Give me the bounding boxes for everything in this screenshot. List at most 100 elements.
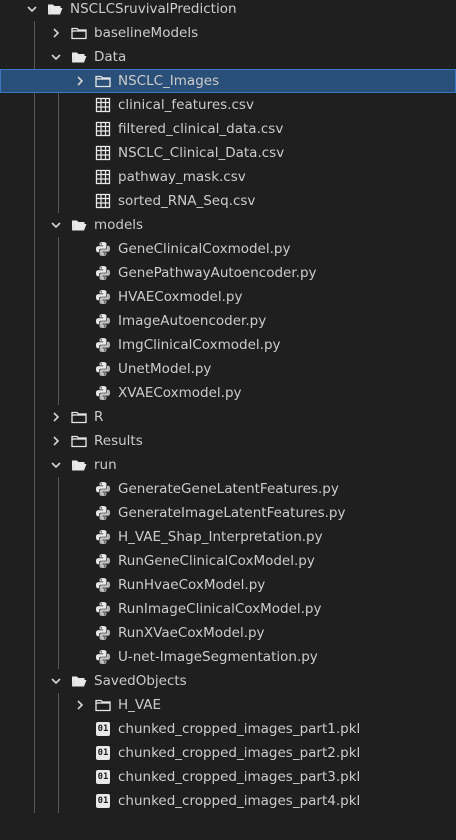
table-icon bbox=[94, 144, 112, 162]
tree-item-label: H_VAE_Shap_Interpretation.py bbox=[118, 529, 323, 545]
tree-file-row[interactable]: 01 chunked_cropped_images_part2.pkl bbox=[0, 741, 456, 765]
tree-folder-row[interactable]: NSCLCSruvivalPrediction bbox=[0, 0, 456, 21]
tree-file-row[interactable]: RunHvaeCoxModel.py bbox=[0, 573, 456, 597]
tree-item-label: pathway_mask.csv bbox=[118, 169, 246, 185]
tree-file-row[interactable]: U-net-ImageSegmentation.py bbox=[0, 645, 456, 669]
tree-item-label: GenerateImageLatentFeatures.py bbox=[118, 505, 346, 521]
python-icon bbox=[94, 288, 112, 306]
tree-file-row[interactable]: HVAECoxmodel.py bbox=[0, 285, 456, 309]
python-icon bbox=[94, 360, 112, 378]
explorer-tree: NSCLCSruvivalPrediction baselineModels Dat… bbox=[0, 0, 456, 840]
tree-file-row[interactable]: XVAECoxmodel.py bbox=[0, 381, 456, 405]
python-icon bbox=[94, 528, 112, 546]
chevron-down-icon[interactable] bbox=[48, 669, 64, 693]
tree-item-label: RunHvaeCoxModel.py bbox=[118, 577, 266, 593]
tree-item-label: NSCLC_Images bbox=[118, 73, 220, 89]
tree-item-label: RunImageClinicalCoxModel.py bbox=[118, 601, 322, 617]
chevron-right-icon[interactable] bbox=[72, 69, 88, 93]
tree-file-row[interactable]: GenerateGeneLatentFeatures.py bbox=[0, 477, 456, 501]
chevron-down-icon[interactable] bbox=[24, 0, 40, 21]
tree-item-label: UnetModel.py bbox=[118, 361, 212, 377]
python-icon bbox=[94, 600, 112, 618]
tree-file-row[interactable]: GeneClinicalCoxmodel.py bbox=[0, 237, 456, 261]
tree-file-row[interactable]: 01 chunked_cropped_images_part3.pkl bbox=[0, 765, 456, 789]
tree-item-label: H_VAE bbox=[118, 697, 162, 713]
folder-open-icon bbox=[70, 216, 88, 234]
folder-open-icon bbox=[70, 48, 88, 66]
python-icon bbox=[94, 552, 112, 570]
python-icon bbox=[94, 624, 112, 642]
tree-file-row[interactable]: GenerateImageLatentFeatures.py bbox=[0, 501, 456, 525]
tree-folder-row[interactable]: H_VAE bbox=[0, 693, 456, 717]
tree-item-label: clinical_features.csv bbox=[118, 97, 254, 113]
tree-item-label: GenerateGeneLatentFeatures.py bbox=[118, 481, 339, 497]
tree-item-label: chunked_cropped_images_part4.pkl bbox=[118, 793, 361, 809]
tree-folder-row[interactable]: NSCLC_Images bbox=[0, 69, 456, 93]
chevron-down-icon[interactable] bbox=[48, 45, 64, 69]
tree-item-label: chunked_cropped_images_part1.pkl bbox=[118, 721, 361, 737]
tree-file-row[interactable]: GenePathwayAutoencoder.py bbox=[0, 261, 456, 285]
python-icon bbox=[94, 312, 112, 330]
tree-file-row[interactable]: sorted_RNA_Seq.csv bbox=[0, 189, 456, 213]
tree-item-label: Results bbox=[94, 433, 143, 449]
folder-open-icon bbox=[70, 672, 88, 690]
binary-file-icon: 01 bbox=[96, 794, 110, 808]
tree-folder-row[interactable]: baselineModels bbox=[0, 21, 456, 45]
tree-file-row[interactable]: RunXVaeCoxModel.py bbox=[0, 621, 456, 645]
python-icon bbox=[94, 336, 112, 354]
chevron-right-icon[interactable] bbox=[48, 429, 64, 453]
chevron-right-icon[interactable] bbox=[48, 21, 64, 45]
binary-file-icon: 01 bbox=[96, 746, 110, 760]
tree-file-row[interactable]: UnetModel.py bbox=[0, 357, 456, 381]
chevron-right-icon[interactable] bbox=[48, 405, 64, 429]
tree-file-row[interactable]: H_VAE_Shap_Interpretation.py bbox=[0, 525, 456, 549]
tree-file-row[interactable]: ImageAutoencoder.py bbox=[0, 309, 456, 333]
tree-item-label: models bbox=[94, 217, 144, 233]
tree-file-row[interactable]: clinical_features.csv bbox=[0, 93, 456, 117]
chevron-down-icon[interactable] bbox=[48, 453, 64, 477]
tree-folder-row[interactable]: Data bbox=[0, 45, 456, 69]
binary-file-icon: 01 bbox=[96, 770, 110, 784]
tree-item-label: baselineModels bbox=[94, 25, 199, 41]
tree-file-row[interactable]: 01 chunked_cropped_images_part1.pkl bbox=[0, 717, 456, 741]
python-icon bbox=[94, 648, 112, 666]
tree-folder-row[interactable]: Results bbox=[0, 429, 456, 453]
tree-folder-row[interactable]: models bbox=[0, 213, 456, 237]
tree-file-row[interactable]: RunGeneClinicalCoxModel.py bbox=[0, 549, 456, 573]
python-icon bbox=[94, 504, 112, 522]
tree-item-label: ImageAutoencoder.py bbox=[118, 313, 267, 329]
tree-item-label: HVAECoxmodel.py bbox=[118, 289, 243, 305]
tree-item-label: chunked_cropped_images_part3.pkl bbox=[118, 769, 361, 785]
tree-item-label: R bbox=[94, 409, 104, 425]
tree-item-label: Data bbox=[94, 49, 127, 65]
folder-open-icon bbox=[70, 456, 88, 474]
python-icon bbox=[94, 384, 112, 402]
tree-file-row[interactable]: NSCLC_Clinical_Data.csv bbox=[0, 141, 456, 165]
chevron-right-icon[interactable] bbox=[72, 693, 88, 717]
tree-file-row[interactable]: pathway_mask.csv bbox=[0, 165, 456, 189]
tree-item-label: XVAECoxmodel.py bbox=[118, 385, 242, 401]
table-icon bbox=[94, 96, 112, 114]
tree-folder-row[interactable]: SavedObjects bbox=[0, 669, 456, 693]
tree-file-row[interactable]: ImgClinicalCoxmodel.py bbox=[0, 333, 456, 357]
folder-icon bbox=[94, 72, 112, 90]
tree-item-label: U-net-ImageSegmentation.py bbox=[118, 649, 318, 665]
python-icon bbox=[94, 480, 112, 498]
tree-folder-row[interactable]: run bbox=[0, 453, 456, 477]
folder-open-icon bbox=[46, 0, 64, 18]
tree-item-label: sorted_RNA_Seq.csv bbox=[118, 193, 256, 209]
folder-icon bbox=[70, 432, 88, 450]
tree-file-row[interactable]: 01 chunked_cropped_images_part4.pkl bbox=[0, 789, 456, 813]
tree-file-row[interactable]: RunImageClinicalCoxModel.py bbox=[0, 597, 456, 621]
chevron-down-icon[interactable] bbox=[48, 213, 64, 237]
table-icon bbox=[94, 120, 112, 138]
tree-folder-row[interactable]: R bbox=[0, 405, 456, 429]
tree-item-label: NSCLCSruvivalPrediction bbox=[70, 1, 237, 17]
tree-item-label: SavedObjects bbox=[94, 673, 187, 689]
tree-file-row[interactable]: filtered_clinical_data.csv bbox=[0, 117, 456, 141]
tree-item-label: ImgClinicalCoxmodel.py bbox=[118, 337, 281, 353]
tree-item-label: GenePathwayAutoencoder.py bbox=[118, 265, 317, 281]
folder-icon bbox=[70, 408, 88, 426]
table-icon bbox=[94, 168, 112, 186]
python-icon bbox=[94, 576, 112, 594]
